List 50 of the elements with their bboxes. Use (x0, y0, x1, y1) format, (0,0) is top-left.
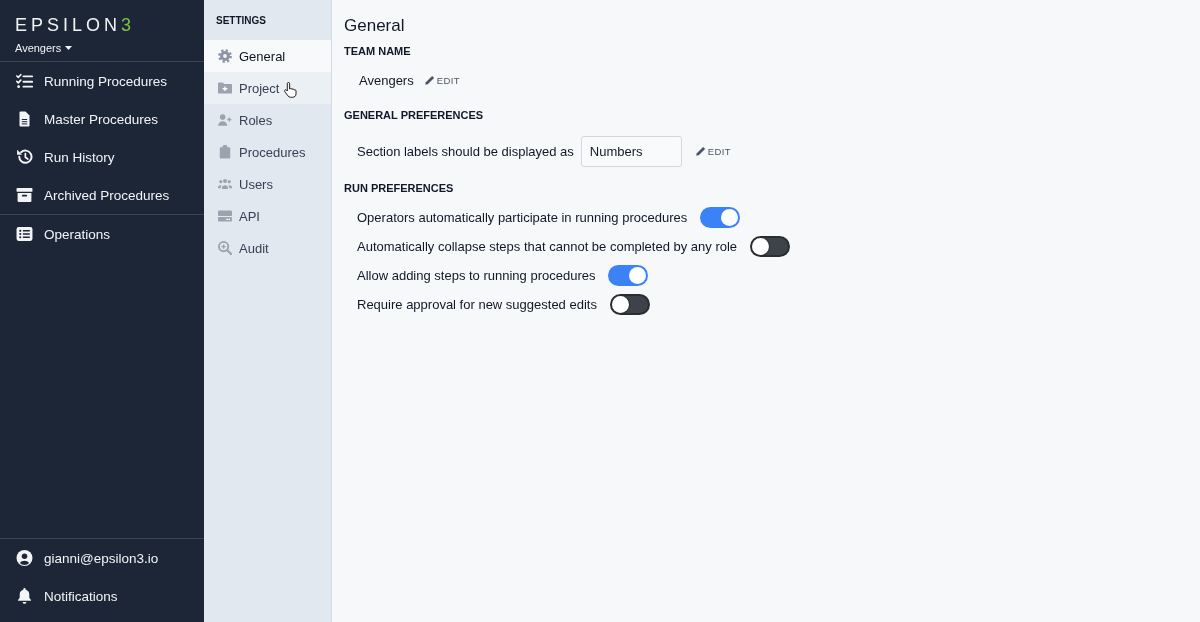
zoom-in-icon (218, 241, 232, 255)
user-plus-icon (218, 113, 232, 127)
edit-button[interactable]: EDIT (424, 74, 460, 86)
history-icon (16, 149, 33, 165)
toggle-label: Operators automatically participate in running procedures (357, 210, 688, 225)
nav-item[interactable]: Operations (0, 215, 204, 253)
nav-item[interactable]: gianni@epsilon3.io (0, 539, 204, 577)
settings-nav-item[interactable]: API (204, 200, 331, 232)
settings-nav-item[interactable]: Users (204, 168, 331, 200)
toggle-label: Allow adding steps to running procedures (357, 268, 596, 283)
team-name-value: Avengers (359, 72, 414, 88)
nav-item[interactable]: Archived Procedures (0, 176, 204, 214)
nav-item[interactable]: Master Procedures (0, 100, 204, 138)
settings-nav-item[interactable]: General (204, 40, 331, 72)
edit-button[interactable]: EDIT (695, 146, 732, 157)
settings-icon (218, 49, 232, 63)
caret-icon (65, 46, 73, 50)
user-circle-icon (16, 550, 33, 566)
pencil-icon (424, 75, 434, 85)
pointer-cursor-icon (284, 82, 298, 98)
logo: EPSILON 3 (15, 14, 136, 36)
toggle-switch[interactable] (700, 207, 741, 228)
settings-nav-item[interactable]: Roles (204, 104, 331, 136)
page-title: General (344, 16, 405, 36)
pencil-icon (695, 147, 705, 156)
section-heading: RUN PREFERENCES (344, 181, 455, 195)
section-label-field[interactable]: Numbers (580, 136, 682, 167)
section-heading: GENERAL PREFERENCES (344, 108, 485, 122)
nav-item[interactable]: Notifications (0, 577, 204, 615)
settings-heading: SETTINGS (215, 13, 267, 28)
team-switcher[interactable]: Avengers (15, 41, 73, 55)
folder-plus-icon (218, 81, 232, 95)
settings-nav-item[interactable]: Procedures (204, 136, 331, 168)
checklist-icon (16, 73, 33, 89)
users-icon (218, 177, 232, 191)
toggle-label: Require approval for new suggested edits (357, 297, 597, 312)
settings-nav-item[interactable]: Audit (204, 232, 331, 264)
bell-icon (16, 588, 33, 604)
field-label: Section labels should be displayed as (357, 144, 574, 159)
clipboard-icon (218, 145, 232, 159)
toggle-switch[interactable] (750, 236, 791, 257)
toggle-label: Automatically collapse steps that cannot be completed by any role (357, 239, 738, 254)
nav-item[interactable]: Running Procedures (0, 62, 204, 100)
nav-item[interactable]: Run History (0, 138, 204, 176)
settings-nav-item[interactable]: Project (204, 72, 331, 104)
section-heading: TEAM NAME (344, 44, 412, 58)
list-icon (16, 226, 33, 242)
server-icon (218, 209, 232, 223)
archive-box-icon (16, 187, 33, 203)
toggle-switch[interactable] (608, 265, 649, 286)
